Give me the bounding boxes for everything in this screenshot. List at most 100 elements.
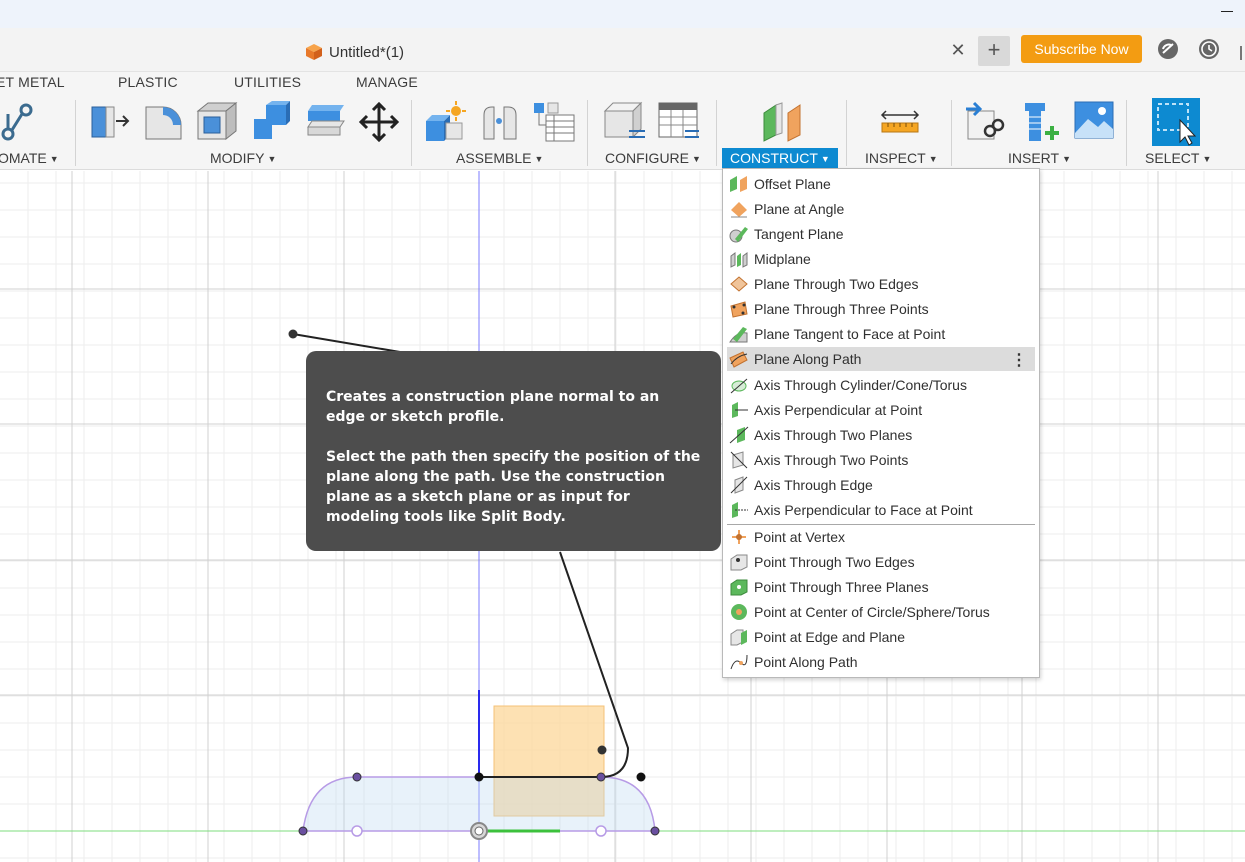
group-inspect[interactable]: INSPECT ▼ — [865, 148, 938, 168]
insert-derive-icon[interactable] — [964, 101, 1008, 143]
menu-item-label: Point at Center of Circle/Sphere/Torus — [754, 604, 990, 620]
more-vertical-icon[interactable]: ⋮ — [1011, 350, 1027, 370]
menu-item-label: Plane Tangent to Face at Point — [754, 326, 946, 342]
toolbar-separator — [587, 100, 588, 166]
bill-of-materials-icon[interactable] — [532, 101, 576, 143]
cube-icon — [306, 44, 322, 60]
group-configure[interactable]: CONFIGURE ▼ — [605, 148, 701, 168]
group-insert-label: INSERT — [1008, 150, 1060, 166]
menu-item-point-through-two-edges[interactable]: Point Through Two Edges — [727, 550, 1035, 574]
menu-item-point-at-vertex[interactable]: Point at Vertex — [727, 525, 1035, 549]
new-component-icon[interactable] — [424, 101, 468, 143]
group-automate[interactable]: OMATE ▼ — [0, 148, 59, 168]
tab-manage[interactable]: MANAGE — [356, 74, 418, 90]
menu-item-point-at-center[interactable]: Point at Center of Circle/Sphere/Torus — [727, 600, 1035, 624]
menu-item-tangent-plane[interactable]: Tangent Plane — [727, 222, 1035, 246]
menu-item-label: Plane Through Three Points — [754, 301, 929, 317]
tooltip-instructions: Select the path then specify the positio… — [326, 449, 701, 525]
caret-down-icon: ▼ — [820, 154, 830, 164]
point-three-planes-icon — [730, 579, 748, 596]
menu-item-axis-through-two-points[interactable]: Axis Through Two Points — [727, 448, 1035, 472]
menu-item-plane-tangent-to-face[interactable]: Plane Tangent to Face at Point — [727, 322, 1035, 346]
fillet-icon[interactable] — [143, 101, 185, 141]
menu-item-plane-at-angle[interactable]: Plane at Angle — [727, 197, 1035, 221]
group-assemble[interactable]: ASSEMBLE ▼ — [456, 148, 543, 168]
tab-utilities[interactable]: UTILITIES — [234, 74, 301, 90]
plus-icon[interactable]: + — [978, 36, 1010, 66]
menu-item-label: Axis Through Cylinder/Cone/Torus — [754, 377, 967, 393]
window-titlebar — [0, 0, 1245, 28]
sketch-path-start[interactable] — [292, 333, 401, 353]
toolbar-separator — [846, 100, 847, 166]
caret-down-icon: ▼ — [928, 154, 938, 164]
group-automate-label: OMATE — [0, 150, 47, 166]
axis-perpendicular-icon — [732, 402, 748, 418]
axis-two-points-icon — [730, 451, 748, 469]
menu-item-label: Axis Through Two Points — [754, 452, 909, 468]
menu-item-point-along-path[interactable]: Point Along Path — [727, 650, 1035, 674]
menu-item-label: Tangent Plane — [754, 226, 844, 242]
move-copy-icon[interactable] — [358, 101, 400, 143]
combine-icon[interactable] — [250, 101, 292, 141]
joint-icon[interactable] — [480, 103, 520, 141]
minimize-icon[interactable] — [1221, 11, 1233, 12]
insert-image-icon[interactable] — [1074, 101, 1114, 139]
plane-tangent-face-icon — [729, 327, 748, 343]
caret-down-icon: ▼ — [267, 154, 277, 164]
group-inspect-label: INSPECT — [865, 150, 926, 166]
menu-item-plane-along-path[interactable]: Plane Along Path ⋮ — [727, 347, 1035, 371]
menu-item-label: Point Along Path — [754, 654, 858, 670]
close-icon[interactable]: ✕ — [948, 40, 968, 60]
group-construct[interactable]: CONSTRUCT ▼ — [722, 148, 838, 168]
group-configure-label: CONFIGURE — [605, 150, 689, 166]
menu-item-axis-through-cylinder[interactable]: Axis Through Cylinder/Cone/Torus — [727, 373, 1035, 397]
configure-icon[interactable] — [603, 101, 647, 141]
plane-two-edges-icon — [730, 276, 748, 292]
group-select[interactable]: SELECT ▼ — [1145, 148, 1211, 168]
toolbar-separator — [716, 100, 717, 166]
select-icon[interactable] — [1152, 98, 1200, 146]
subscribe-button[interactable]: Subscribe Now — [1021, 35, 1142, 63]
offline-icon[interactable] — [1157, 38, 1179, 60]
menu-item-label: Axis Perpendicular to Face at Point — [754, 502, 973, 518]
command-tooltip: Creates a construction plane normal to a… — [306, 351, 721, 551]
point-vertex-icon — [732, 530, 746, 544]
toolbar-separator — [411, 100, 412, 166]
axis-perp-face-icon — [732, 502, 748, 518]
tab-sheet-metal[interactable]: ET METAL — [0, 74, 65, 90]
automate-icon[interactable] — [0, 100, 36, 142]
insert-mcmaster-icon[interactable] — [1021, 101, 1061, 143]
axis-edge-icon — [730, 476, 748, 494]
configuration-table-icon[interactable] — [657, 101, 701, 141]
menu-item-label: Plane at Angle — [754, 201, 845, 217]
measure-icon[interactable] — [880, 109, 920, 135]
menu-item-label: Point at Vertex — [754, 529, 846, 545]
shell-icon[interactable] — [196, 101, 238, 141]
group-modify[interactable]: MODIFY ▼ — [210, 148, 276, 168]
group-assemble-label: ASSEMBLE — [456, 150, 532, 166]
menu-item-plane-through-two-edges[interactable]: Plane Through Two Edges — [727, 272, 1035, 296]
menu-item-axis-perpendicular-at-point[interactable]: Axis Perpendicular at Point — [727, 398, 1035, 422]
tooltip-description: Creates a construction plane normal to a… — [326, 389, 660, 425]
point-edge-plane-icon — [730, 629, 747, 646]
menu-item-axis-through-edge[interactable]: Axis Through Edge — [727, 473, 1035, 497]
construct-menu: Offset Plane Plane at Angle Tangent Plan… — [722, 168, 1040, 678]
group-construct-label: CONSTRUCT — [730, 150, 818, 166]
caret-down-icon: ▼ — [1062, 154, 1072, 164]
document-tab[interactable]: Untitled*(1) — [305, 42, 404, 62]
menu-item-midplane[interactable]: Midplane — [727, 247, 1035, 271]
menu-item-axis-perpendicular-to-face[interactable]: Axis Perpendicular to Face at Point — [727, 498, 1035, 522]
menu-item-plane-through-three-points[interactable]: Plane Through Three Points — [727, 297, 1035, 321]
clock-icon[interactable] — [1198, 38, 1220, 60]
menu-item-offset-plane[interactable]: Offset Plane — [727, 172, 1035, 196]
plane-at-angle-icon — [731, 202, 747, 218]
menu-item-axis-through-two-planes[interactable]: Axis Through Two Planes — [727, 423, 1035, 447]
menu-item-point-through-three-planes[interactable]: Point Through Three Planes — [727, 575, 1035, 599]
menu-item-label: Axis Perpendicular at Point — [754, 402, 923, 418]
construct-plane-icon[interactable] — [762, 101, 804, 143]
group-insert[interactable]: INSERT ▼ — [1008, 148, 1071, 168]
press-pull-icon[interactable] — [90, 101, 130, 141]
menu-item-point-at-edge-and-plane[interactable]: Point at Edge and Plane — [727, 625, 1035, 649]
replace-face-icon[interactable] — [304, 101, 346, 141]
tab-plastic[interactable]: PLASTIC — [118, 74, 178, 90]
